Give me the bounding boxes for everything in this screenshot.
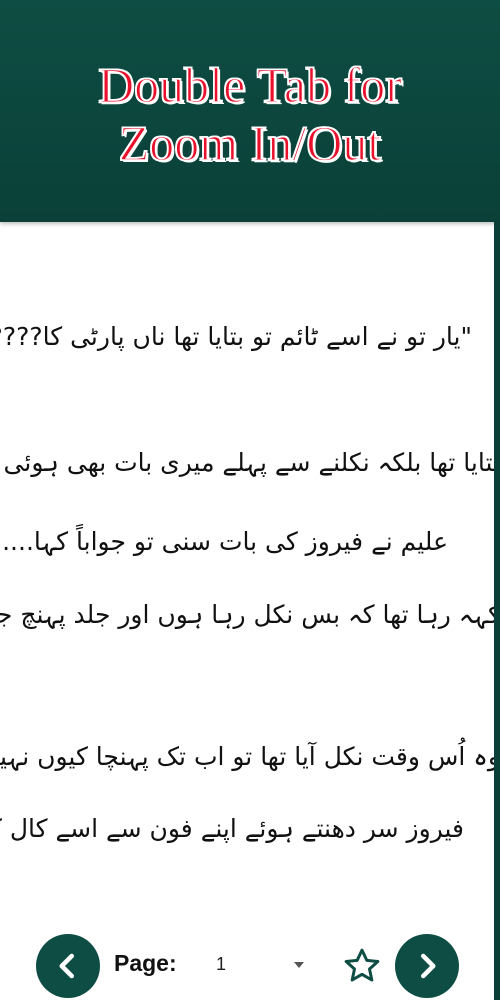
text-line-3: علیم نے فیروز کی بات سنی تو جواباً کہا..… xyxy=(2,527,448,556)
book-page[interactable]: "یار تو نے اسے ٹائم تو بتایا تھا ناں پار… xyxy=(0,222,494,1000)
zoom-hint-banner: Double Tab for Zoom In/Out xyxy=(0,0,500,222)
text-line-1: "یار تو نے اسے ٹائم تو بتایا تھا ناں پار… xyxy=(0,322,472,351)
chevron-left-icon xyxy=(59,953,74,979)
zoom-hint-line-2: Zoom In/Out xyxy=(118,114,382,172)
text-line-4: کہہ رہا تھا کہ بس نکل رہا ہوں اور جلد پہ… xyxy=(0,600,494,629)
text-line-6: فیروز سر دھنتے ہوئے اپنے فون سے اسے کال … xyxy=(0,814,464,843)
chevron-right-icon xyxy=(421,953,436,979)
zoom-hint-line-1: Double Tab for xyxy=(97,56,402,114)
star-outline-icon xyxy=(344,948,380,982)
page-navigation-bar: Page: 1 xyxy=(0,930,494,1000)
page-number-dropdown[interactable]: 1 xyxy=(206,944,314,984)
caret-down-icon xyxy=(294,962,304,968)
previous-page-button[interactable] xyxy=(36,934,100,998)
text-line-2: بتایا تھا بلکہ نکلنے سے پہلے میری بات بھ… xyxy=(0,448,494,477)
favorite-button[interactable] xyxy=(340,944,384,988)
page-label: Page: xyxy=(114,950,177,976)
zoom-hint-title: Double Tab for Zoom In/Out xyxy=(0,56,500,172)
page-number-value: 1 xyxy=(216,953,227,974)
page-edge xyxy=(494,222,500,1000)
next-page-button[interactable] xyxy=(395,934,459,998)
text-line-5: وہ اُس وقت نکل آیا تھا تو اب تک پہنچا کی… xyxy=(0,742,494,771)
